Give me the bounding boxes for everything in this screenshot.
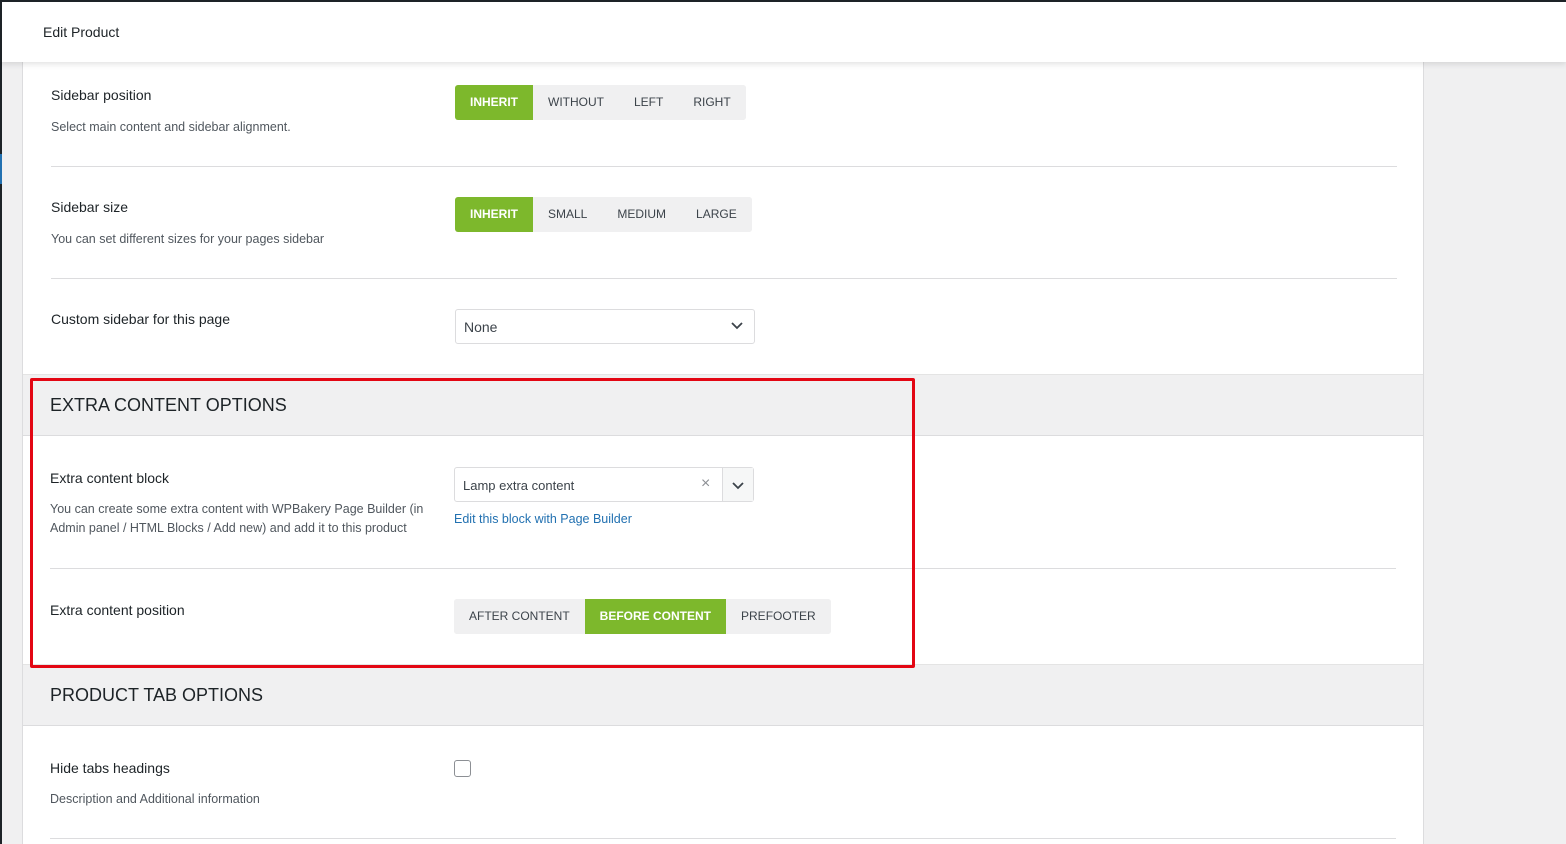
after-content-button[interactable]: AFTER CONTENT — [454, 599, 585, 634]
hide-tabs-checkbox[interactable] — [454, 760, 471, 777]
sidebar-position-description: Select main content and sidebar alignmen… — [51, 120, 291, 134]
sidebar-size-row: Sidebar size You can set different sizes… — [51, 167, 1397, 279]
admin-edge-strip — [0, 62, 2, 844]
admin-edge-accent — [0, 154, 2, 184]
sidebar-position-without-button[interactable]: WITHOUT — [533, 85, 619, 120]
hide-tabs-description: Description and Additional information — [50, 792, 260, 806]
page-title: Edit Product — [43, 24, 120, 40]
extra-content-section-title: EXTRA CONTENT OPTIONS — [50, 395, 287, 415]
sidebar-size-description: You can set different sizes for your pag… — [51, 232, 325, 246]
product-tab-section-title: PRODUCT TAB OPTIONS — [50, 685, 264, 705]
divider — [50, 838, 1396, 839]
prefooter-button[interactable]: PREFOOTER — [726, 599, 831, 634]
sidebar-position-inherit-button[interactable]: INHERIT — [455, 85, 533, 120]
before-content-button[interactable]: BEFORE CONTENT — [584, 599, 727, 634]
sidebar-size-inherit-button[interactable]: INHERIT — [455, 197, 533, 232]
sidebar-size-button-group: INHERIT SMALL MEDIUM LARGE — [455, 197, 752, 232]
top-bar: Edit Product — [0, 0, 1566, 62]
extra-content-block-label: Extra content block — [50, 470, 170, 486]
extra-content-block-value: Lamp extra content — [463, 478, 575, 493]
extra-content-block-row: Extra content block You can create some … — [50, 436, 1396, 569]
sidebar-size-label: Sidebar size — [51, 199, 129, 215]
extra-content-position-button-group: AFTER CONTENT BEFORE CONTENT PREFOOTER — [454, 599, 831, 634]
custom-sidebar-label: Custom sidebar for this page — [51, 311, 230, 327]
custom-sidebar-value: None — [464, 319, 498, 335]
edit-block-link[interactable]: Edit this block with Page Builder — [454, 512, 632, 526]
sidebar-position-right-button[interactable]: RIGHT — [678, 85, 746, 120]
custom-sidebar-row: Custom sidebar for this page None — [51, 279, 1397, 374]
sidebar-position-button-group: INHERIT WITHOUT LEFT RIGHT — [455, 85, 746, 120]
sidebar-position-label: Sidebar position — [51, 87, 152, 103]
hide-tabs-label: Hide tabs headings — [50, 760, 170, 776]
extra-content-section-header: EXTRA CONTENT OPTIONS — [23, 374, 1423, 436]
custom-sidebar-select[interactable]: None — [455, 309, 755, 344]
extra-content-position-label: Extra content position — [50, 602, 185, 618]
sidebar-size-small-button[interactable]: SMALL — [533, 197, 603, 232]
sidebar-position-row: Sidebar position Select main content and… — [51, 62, 1397, 167]
hide-tabs-row: Hide tabs headings Description and Addit… — [50, 726, 1396, 839]
clear-selection-icon[interactable]: × — [701, 475, 710, 493]
product-tab-section-header: PRODUCT TAB OPTIONS — [23, 664, 1423, 726]
sidebar-size-large-button[interactable]: LARGE — [681, 197, 752, 232]
sidebar-size-medium-button[interactable]: MEDIUM — [602, 197, 682, 232]
sidebar-position-left-button[interactable]: LEFT — [619, 85, 679, 120]
chevron-down-icon — [732, 482, 744, 490]
chevron-down-icon — [731, 322, 743, 330]
extra-content-block-description: You can create some extra content with W… — [50, 502, 424, 535]
extra-content-position-row: Extra content position AFTER CONTENT BEF… — [50, 569, 1396, 664]
extra-content-block-select[interactable]: Lamp extra content × — [454, 467, 754, 502]
right-gutter — [1424, 62, 1566, 844]
select-toggle-button[interactable] — [722, 468, 753, 501]
